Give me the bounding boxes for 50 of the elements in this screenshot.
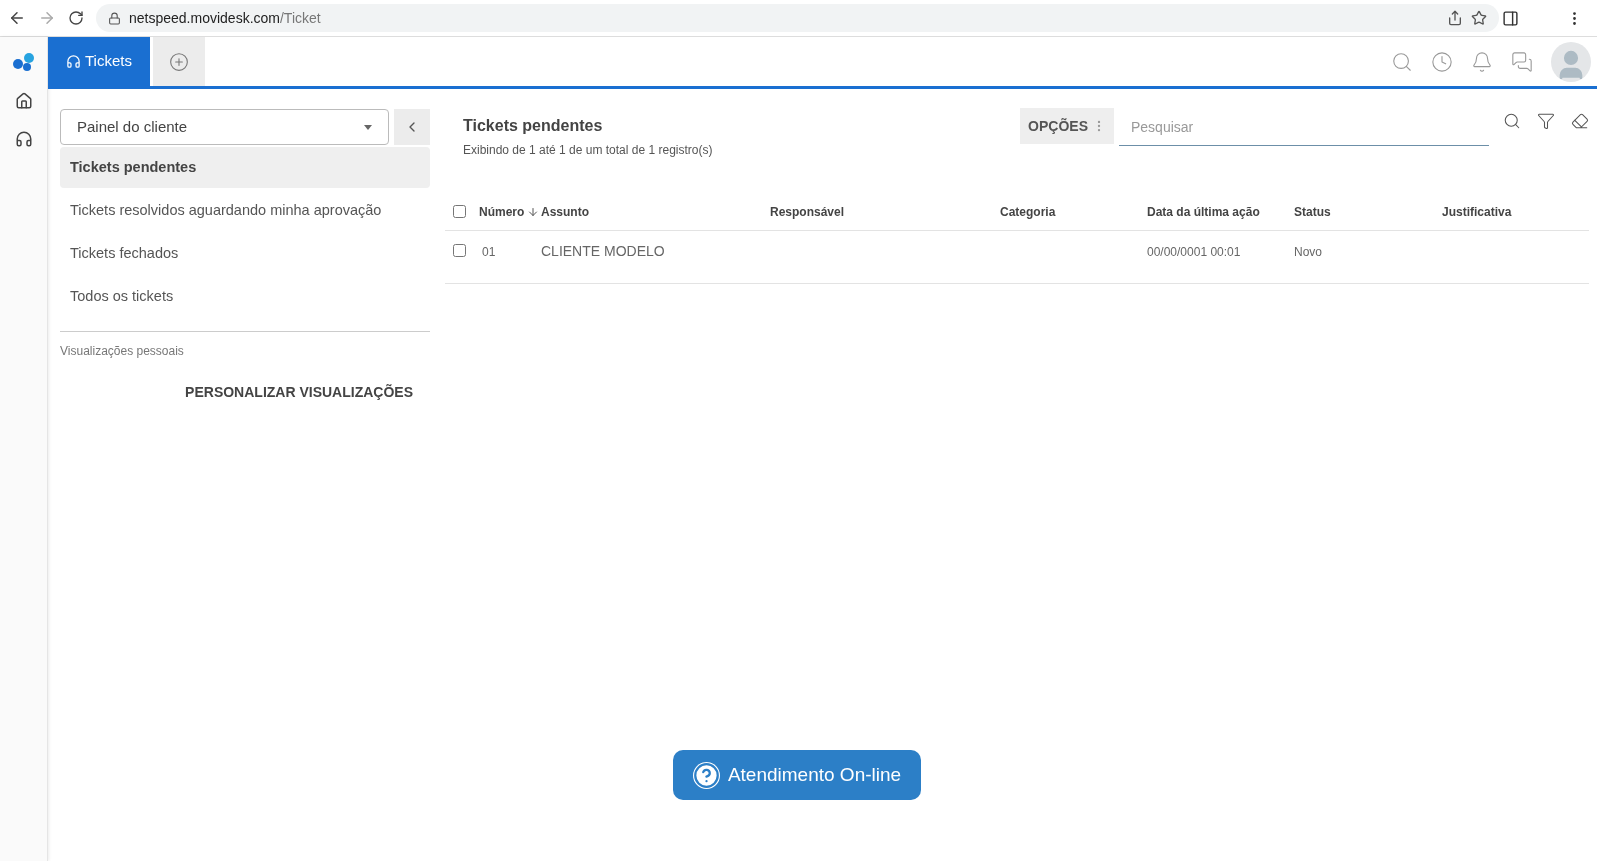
clock-icon[interactable] xyxy=(1431,50,1453,73)
share-icon[interactable] xyxy=(1447,10,1463,26)
side-panel-icon[interactable] xyxy=(1502,10,1519,27)
row-checkbox[interactable] xyxy=(453,244,466,257)
filter-icon[interactable] xyxy=(1537,112,1555,130)
reload-icon[interactable] xyxy=(68,10,84,26)
options-button[interactable]: OPÇÕES xyxy=(1020,108,1114,144)
view-dropdown[interactable]: Painel do cliente xyxy=(60,109,389,145)
address-bar[interactable]: netspeed.movidesk.com/Ticket xyxy=(96,4,1499,32)
home-icon[interactable] xyxy=(14,92,33,110)
table-cell: 01 xyxy=(482,244,496,259)
headset-icon xyxy=(66,54,81,69)
column-header[interactable]: Responsável xyxy=(770,202,845,221)
column-header[interactable]: Data da última ação xyxy=(1147,202,1260,221)
help-icon xyxy=(692,761,720,789)
sidebar-item[interactable]: Todos os tickets xyxy=(60,276,430,317)
sidebar-item[interactable]: Tickets fechados xyxy=(60,233,430,274)
search-field[interactable]: Pesquisar xyxy=(1119,108,1489,146)
search-icon[interactable] xyxy=(1503,112,1521,130)
bell-icon[interactable] xyxy=(1471,50,1493,73)
column-header[interactable]: Justificativa xyxy=(1442,202,1512,221)
chat-icon[interactable] xyxy=(1511,50,1533,73)
section-label: Visualizações pessoais xyxy=(60,343,185,360)
sort-arrow-icon xyxy=(527,205,540,218)
table-cell: Novo xyxy=(1294,244,1322,259)
column-header[interactable]: Número xyxy=(479,202,540,221)
plus-icon xyxy=(169,51,189,72)
headset-icon[interactable] xyxy=(14,130,33,148)
logo-icon[interactable] xyxy=(11,52,36,72)
online-support-button[interactable]: Atendimento On-line xyxy=(673,750,921,800)
table-cell: 00/00/0001 00:01 xyxy=(1147,244,1241,259)
page-title: Tickets pendentes xyxy=(463,116,604,136)
back-icon[interactable] xyxy=(8,9,26,27)
lock-icon xyxy=(108,11,121,25)
search-icon[interactable] xyxy=(1391,50,1413,73)
column-header[interactable]: Status xyxy=(1294,202,1331,221)
table-row[interactable]: 01 CLIENTE MODELO 00/00/0001 00:01 Novo xyxy=(445,231,1589,284)
column-header[interactable]: Assunto xyxy=(541,202,589,221)
table-cell: CLIENTE MODELO xyxy=(541,242,665,259)
eraser-icon[interactable] xyxy=(1571,112,1589,130)
url-text: netspeed.movidesk.com/Ticket xyxy=(129,8,321,28)
customize-views-button[interactable]: PERSONALIZAR VISUALIZAÇÕES xyxy=(185,382,413,403)
column-header[interactable]: Categoria xyxy=(1000,202,1056,221)
star-icon[interactable] xyxy=(1471,10,1487,26)
sidebar-item[interactable]: Tickets pendentes xyxy=(60,147,430,188)
tab[interactable]: Tickets xyxy=(48,37,150,86)
caret-icon xyxy=(364,124,372,130)
select-all-checkbox[interactable] xyxy=(453,205,466,218)
sidebar-item[interactable]: Tickets resolvidos aguardando minha aprovação xyxy=(60,190,430,231)
record-count: Exibindo de 1 até 1 de um total de 1 registro(s) xyxy=(463,142,713,159)
